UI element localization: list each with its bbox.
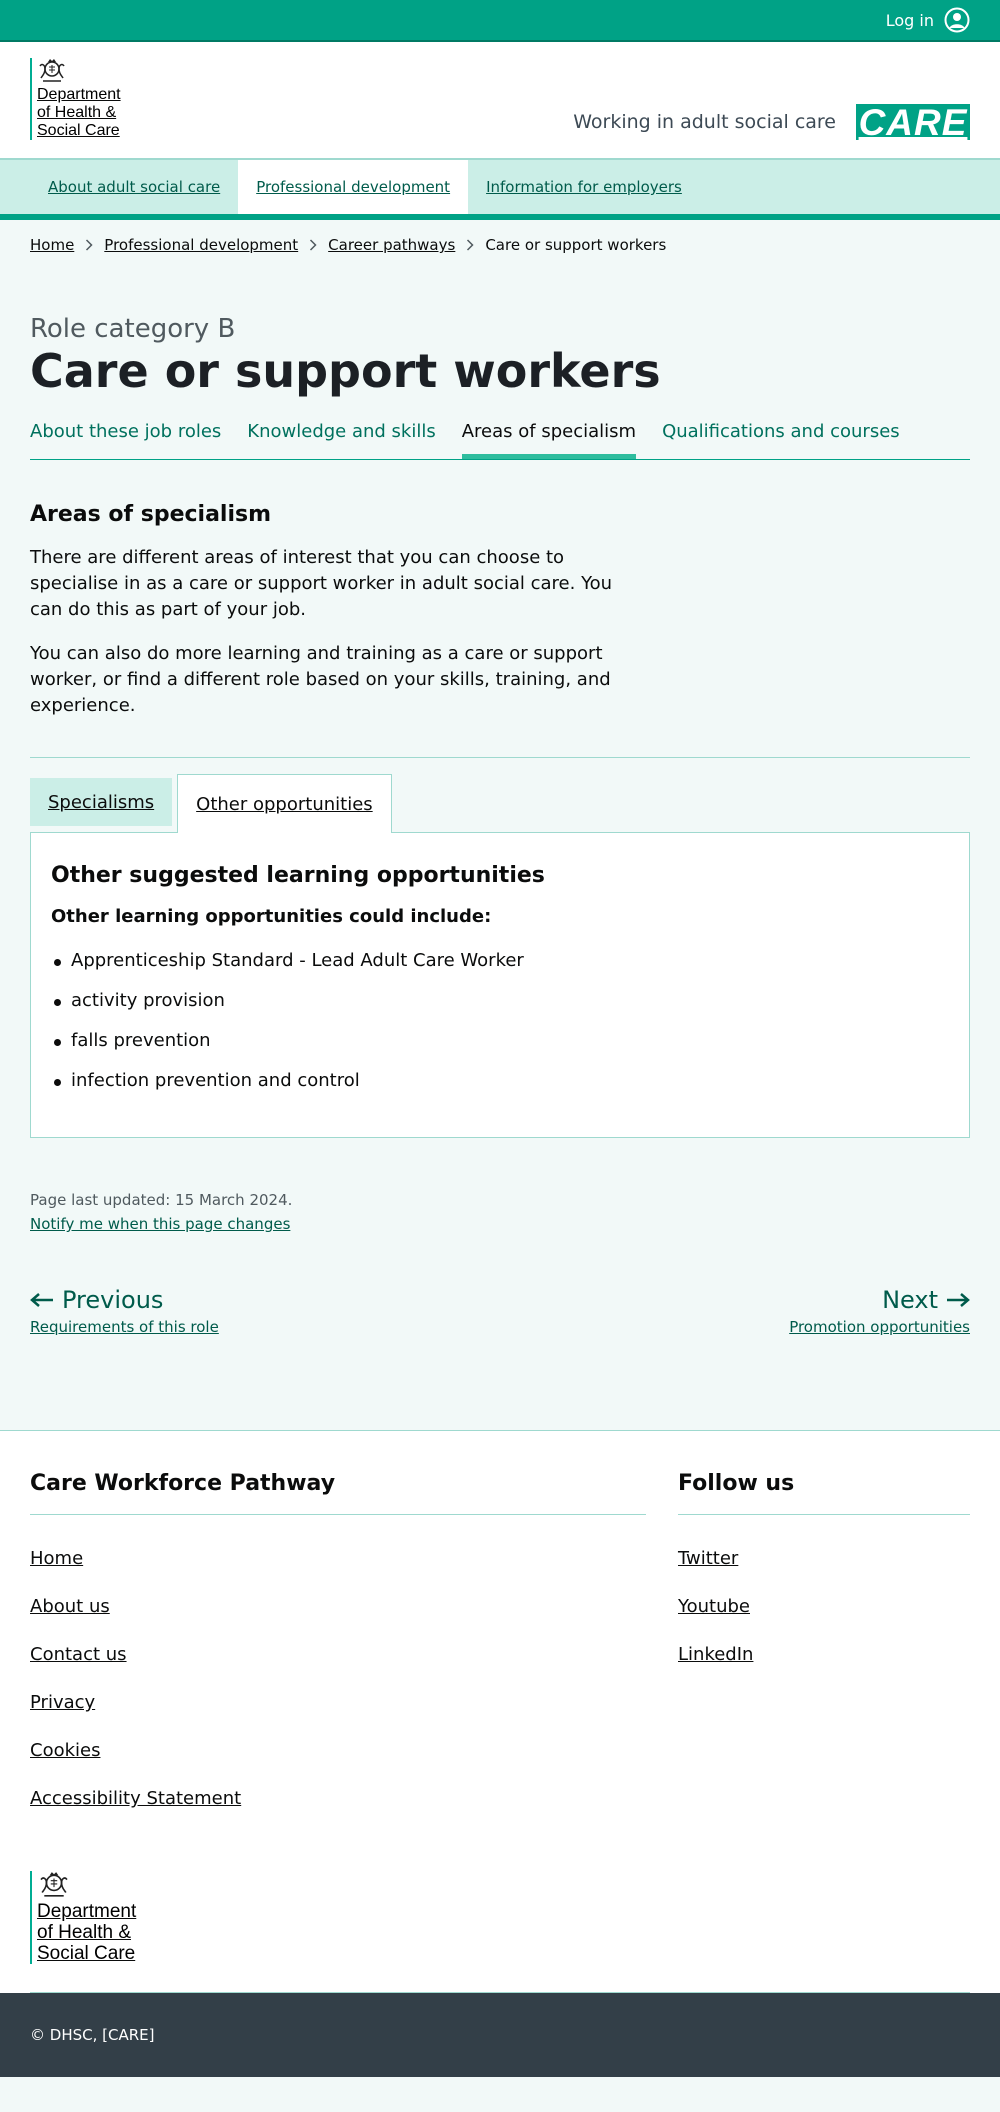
list-item: Apprenticeship Standard - Lead Adult Car… (51, 941, 949, 981)
subnav-about-these-job-roles[interactable]: About these job roles (30, 417, 221, 459)
subnav-knowledge-and-skills[interactable]: Knowledge and skills (247, 417, 435, 459)
site-footer: Care Workforce Pathway Home About us Con… (0, 1430, 1000, 1994)
tab-other-opportunities[interactable]: Other opportunities (177, 774, 392, 834)
service-name: Working in adult social care (573, 111, 836, 133)
care-logo[interactable]: CARE (856, 104, 970, 141)
pagination-previous: Previous Requirements of this role (30, 1286, 219, 1336)
intro-paragraph: You can also do more learning and traini… (30, 643, 611, 717)
site-header: Department of Health & Social Care Worki… (0, 42, 1000, 158)
page-title: Care or support workers (30, 344, 661, 398)
chevron-right-icon (309, 239, 317, 251)
footer-link-accessibility[interactable]: Accessibility Statement (30, 1788, 241, 1809)
pagination: Previous Requirements of this role Next … (30, 1286, 970, 1336)
footer-main-column: Care Workforce Pathway Home About us Con… (30, 1471, 646, 1823)
panel-subheading: Other learning opportunities could inclu… (51, 906, 492, 928)
footer-link-privacy[interactable]: Privacy (30, 1692, 95, 1713)
chevron-right-icon (85, 239, 93, 251)
previous-link[interactable]: Previous (30, 1286, 219, 1314)
list-item: infection prevention and control (51, 1061, 949, 1101)
footer-heading: Care Workforce Pathway (30, 1471, 646, 1516)
subnav-qualifications-and-courses[interactable]: Qualifications and courses (662, 417, 900, 459)
section-divider (30, 757, 970, 759)
copyright-text: © DHSC, [CARE] (30, 2026, 155, 2045)
pagination-next: Next Promotion opportunities (789, 1286, 970, 1336)
notify-link[interactable]: Notify me when this page changes (30, 1212, 970, 1236)
royal-crest-icon (40, 1872, 68, 1897)
panel-heading: Other suggested learning opportunities (51, 863, 545, 889)
follow-heading: Follow us (678, 1471, 970, 1516)
top-bar: Log in (0, 0, 1000, 42)
list-item: falls prevention (51, 1021, 949, 1061)
login-link[interactable]: Log in (886, 7, 970, 33)
social-link-linkedin[interactable]: LinkedIn (678, 1644, 753, 1665)
dhsc-wordmark: Department of Health & Social Care (37, 86, 121, 139)
previous-page-title[interactable]: Requirements of this role (30, 1318, 219, 1336)
breadcrumb: Home Professional development Career pat… (0, 220, 1000, 270)
next-page-title[interactable]: Promotion opportunities (789, 1318, 970, 1336)
social-links: Twitter Youtube LinkedIn (678, 1535, 970, 1679)
footer-link-home[interactable]: Home (30, 1548, 83, 1569)
previous-label: Previous (62, 1286, 164, 1315)
footer-link-about-us[interactable]: About us (30, 1596, 110, 1617)
breadcrumb-current: Care or support workers (485, 236, 667, 254)
page-meta: Page last updated: 15 March 2024. Notify… (30, 1188, 970, 1236)
nav-item-information-for-employers[interactable]: Information for employers (468, 160, 700, 214)
dhsc-wordmark: Department of Health & Social Care (37, 1901, 137, 1965)
footer-link-cookies[interactable]: Cookies (30, 1740, 100, 1761)
arrow-right-icon (947, 1293, 970, 1308)
footer-follow-column: Follow us Twitter Youtube LinkedIn (678, 1471, 970, 1823)
intro-paragraph: There are different areas of interest th… (30, 547, 613, 621)
role-sub-navigation: About these job roles Knowledge and skil… (30, 417, 970, 461)
dhsc-logo[interactable]: Department of Health & Social Care (30, 58, 121, 140)
main-content: Role category B Care or support workers … (0, 314, 1000, 1336)
social-link-youtube[interactable]: Youtube (678, 1596, 750, 1617)
list-item: activity provision (51, 981, 949, 1021)
specialism-tabs: Specialisms Other opportunities (30, 773, 970, 834)
breadcrumb-home[interactable]: Home (30, 236, 74, 254)
nav-item-about-adult-social-care[interactable]: About adult social care (30, 160, 238, 214)
footer-dhsc-logo[interactable]: Department of Health & Social Care (30, 1871, 137, 1965)
subnav-areas-of-specialism[interactable]: Areas of specialism (461, 417, 637, 460)
chevron-right-icon (466, 239, 474, 251)
royal-crest-icon (39, 59, 65, 82)
user-circle-icon (944, 7, 970, 33)
service-branding: Working in adult social care CARE (573, 104, 970, 141)
tab-panel: Other suggested learning opportunities O… (30, 832, 970, 1139)
next-label: Next (882, 1286, 938, 1315)
next-link[interactable]: Next (882, 1286, 970, 1314)
footer-link-contact-us[interactable]: Contact us (30, 1644, 127, 1665)
login-label: Log in (885, 10, 934, 30)
copyright-bar: © DHSC, [CARE] (0, 1993, 1000, 2078)
section-heading: Areas of specialism (30, 502, 272, 528)
page-caption: Role category B (30, 314, 236, 344)
breadcrumb-professional-development[interactable]: Professional development (104, 236, 298, 254)
opportunities-list: Apprenticeship Standard - Lead Adult Car… (51, 941, 949, 1101)
main-navigation: About adult social care Professional dev… (0, 158, 1000, 220)
tab-specialisms[interactable]: Specialisms (30, 778, 173, 827)
last-updated: Page last updated: 15 March 2024. (30, 1191, 293, 1210)
breadcrumb-career-pathways[interactable]: Career pathways (328, 236, 455, 254)
footer-links: Home About us Contact us Privacy Cookies… (30, 1535, 646, 1823)
nav-item-professional-development[interactable]: Professional development (238, 160, 469, 214)
arrow-left-icon (30, 1293, 53, 1308)
social-link-twitter[interactable]: Twitter (678, 1548, 738, 1569)
